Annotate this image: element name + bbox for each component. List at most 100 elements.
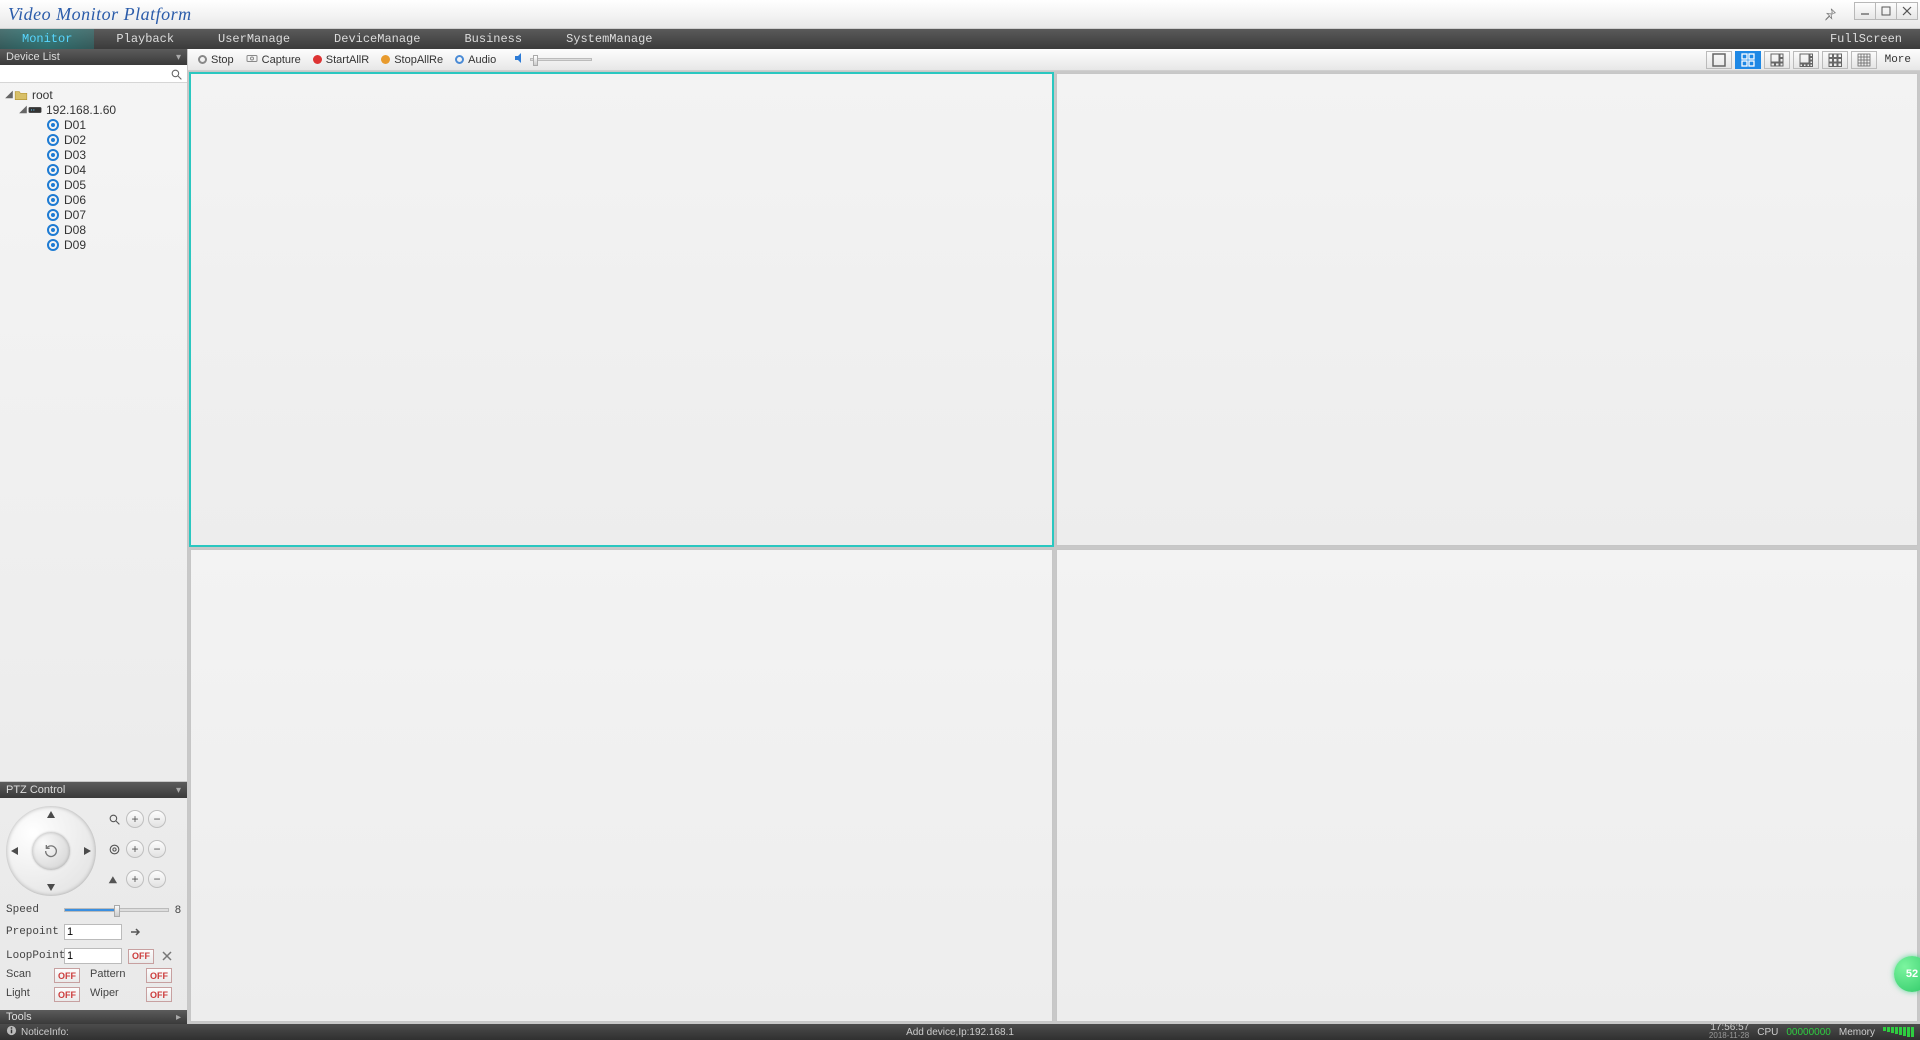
collapse-icon[interactable]: ◢ — [4, 89, 14, 100]
audio-button[interactable]: Audio — [449, 49, 502, 70]
device-list-header[interactable]: Device List ▾ — [0, 49, 187, 65]
menu-monitor[interactable]: Monitor — [0, 29, 94, 49]
layout-8-button[interactable] — [1793, 51, 1819, 69]
ptz-header[interactable]: PTZ Control ▾ — [0, 782, 187, 798]
tree-device[interactable]: ◢ 192.168.1.60 — [0, 102, 187, 117]
iris-open-button[interactable]: + — [126, 870, 144, 888]
tree-channel[interactable]: D05 — [0, 177, 187, 192]
video-grid — [188, 71, 1920, 1024]
zoom-out-button[interactable]: − — [148, 810, 166, 828]
prepoint-combo[interactable] — [64, 924, 122, 940]
prepoint-go-button[interactable] — [128, 925, 144, 939]
scan-label: Scan — [6, 968, 48, 983]
ptz-title: PTZ Control — [6, 784, 65, 796]
speed-label: Speed — [6, 904, 58, 916]
tree-channel[interactable]: D09 — [0, 237, 187, 252]
camera-icon — [46, 238, 60, 252]
pattern-toggle[interactable]: OFF — [146, 968, 172, 983]
iris-icon — [106, 871, 122, 887]
light-toggle[interactable]: OFF — [54, 987, 80, 1002]
volume-control — [514, 52, 592, 67]
minimize-button[interactable] — [1854, 2, 1876, 20]
sidebar: Device List ▾ ◢ root ◢ 1 — [0, 49, 188, 1024]
device-tree: ◢ root ◢ 192.168.1.60 D01 D02 D03 D04 D0… — [0, 83, 187, 781]
focus-in-button[interactable]: + — [126, 840, 144, 858]
tree-channel[interactable]: D01 — [0, 117, 187, 132]
looppoint-delete-button[interactable] — [160, 949, 174, 963]
focus-icon — [106, 841, 122, 857]
tree-channel[interactable]: D04 — [0, 162, 187, 177]
layout-1-button[interactable] — [1706, 51, 1732, 69]
camera-icon — [46, 133, 60, 147]
mem-label: Memory — [1839, 1027, 1875, 1038]
camera-icon — [46, 163, 60, 177]
camera-icon — [46, 148, 60, 162]
zoom-icon — [106, 811, 122, 827]
video-cell-1[interactable] — [190, 73, 1053, 546]
tree-root[interactable]: ◢ root — [0, 87, 187, 102]
layout-4-button[interactable] — [1735, 51, 1761, 69]
layout-9-button[interactable] — [1822, 51, 1848, 69]
speed-slider[interactable] — [64, 908, 169, 912]
pin-icon[interactable] — [1820, 4, 1840, 24]
wiper-label: Wiper — [90, 987, 140, 1002]
layout-6-button[interactable] — [1764, 51, 1790, 69]
menu-usermanage[interactable]: UserManage — [196, 29, 312, 49]
video-cell-3[interactable] — [190, 549, 1053, 1022]
stop-button[interactable]: Stop — [192, 49, 240, 70]
layout-more-button[interactable]: More — [1880, 54, 1916, 66]
menu-devicemanage[interactable]: DeviceManage — [312, 29, 442, 49]
maximize-button[interactable] — [1875, 2, 1897, 20]
menu-bar: Monitor Playback UserManage DeviceManage… — [0, 29, 1920, 49]
status-message: Add device,Ip:192.168.1 — [906, 1027, 1014, 1038]
stop-icon — [198, 55, 207, 64]
ptz-panel: PTZ Control ▾ — [0, 781, 187, 1010]
looppoint-toggle[interactable]: OFF — [128, 949, 154, 964]
ptz-direction-pad — [6, 806, 96, 896]
iris-close-button[interactable]: − — [148, 870, 166, 888]
fullscreen-button[interactable]: FullScreen — [1830, 29, 1902, 49]
volume-slider[interactable] — [530, 58, 592, 61]
close-button[interactable] — [1896, 2, 1918, 20]
speaker-icon[interactable] — [514, 52, 526, 67]
ptz-up-button[interactable] — [44, 808, 58, 822]
ptz-left-button[interactable] — [8, 844, 22, 858]
tree-root-label: root — [32, 88, 53, 102]
looppoint-label: LoopPoint — [6, 950, 58, 962]
tools-header[interactable]: Tools ▸ — [0, 1010, 187, 1024]
tree-channel[interactable]: D07 — [0, 207, 187, 222]
record-stop-icon — [381, 55, 390, 64]
ptz-home-button[interactable] — [32, 832, 70, 870]
zoom-in-button[interactable]: + — [126, 810, 144, 828]
collapse-icon[interactable]: ◢ — [18, 104, 28, 115]
tree-channel[interactable]: D08 — [0, 222, 187, 237]
search-icon[interactable] — [168, 66, 184, 82]
focus-out-button[interactable]: − — [148, 840, 166, 858]
search-input[interactable] — [0, 67, 165, 84]
cpu-label: CPU — [1757, 1027, 1778, 1038]
prepoint-label: Prepoint — [6, 926, 58, 938]
tools-title: Tools — [6, 1011, 32, 1023]
capture-button[interactable]: Capture — [240, 49, 307, 70]
start-all-record-button[interactable]: StartAllR — [307, 49, 375, 70]
clock: 17:56:57 2018-11-28 — [1709, 1024, 1749, 1040]
tree-channel[interactable]: D06 — [0, 192, 187, 207]
memory-meter — [1883, 1027, 1914, 1037]
layout-16-button[interactable] — [1851, 51, 1877, 69]
tree-channel[interactable]: D03 — [0, 147, 187, 162]
menu-playback[interactable]: Playback — [94, 29, 196, 49]
info-icon — [6, 1025, 17, 1039]
wiper-toggle[interactable]: OFF — [146, 987, 172, 1002]
ptz-right-button[interactable] — [80, 844, 94, 858]
tree-channel[interactable]: D02 — [0, 132, 187, 147]
video-cell-2[interactable] — [1056, 73, 1919, 546]
scan-toggle[interactable]: OFF — [54, 968, 80, 983]
ptz-down-button[interactable] — [44, 880, 58, 894]
video-cell-4[interactable] — [1056, 549, 1919, 1022]
menu-systemmanage[interactable]: SystemManage — [544, 29, 674, 49]
looppoint-combo[interactable] — [64, 948, 122, 964]
toolbar: Stop Capture StartAllR StopAllRe Audio M… — [188, 49, 1920, 71]
menu-business[interactable]: Business — [442, 29, 544, 49]
stop-all-record-button[interactable]: StopAllRe — [375, 49, 449, 70]
pattern-label: Pattern — [90, 968, 140, 983]
